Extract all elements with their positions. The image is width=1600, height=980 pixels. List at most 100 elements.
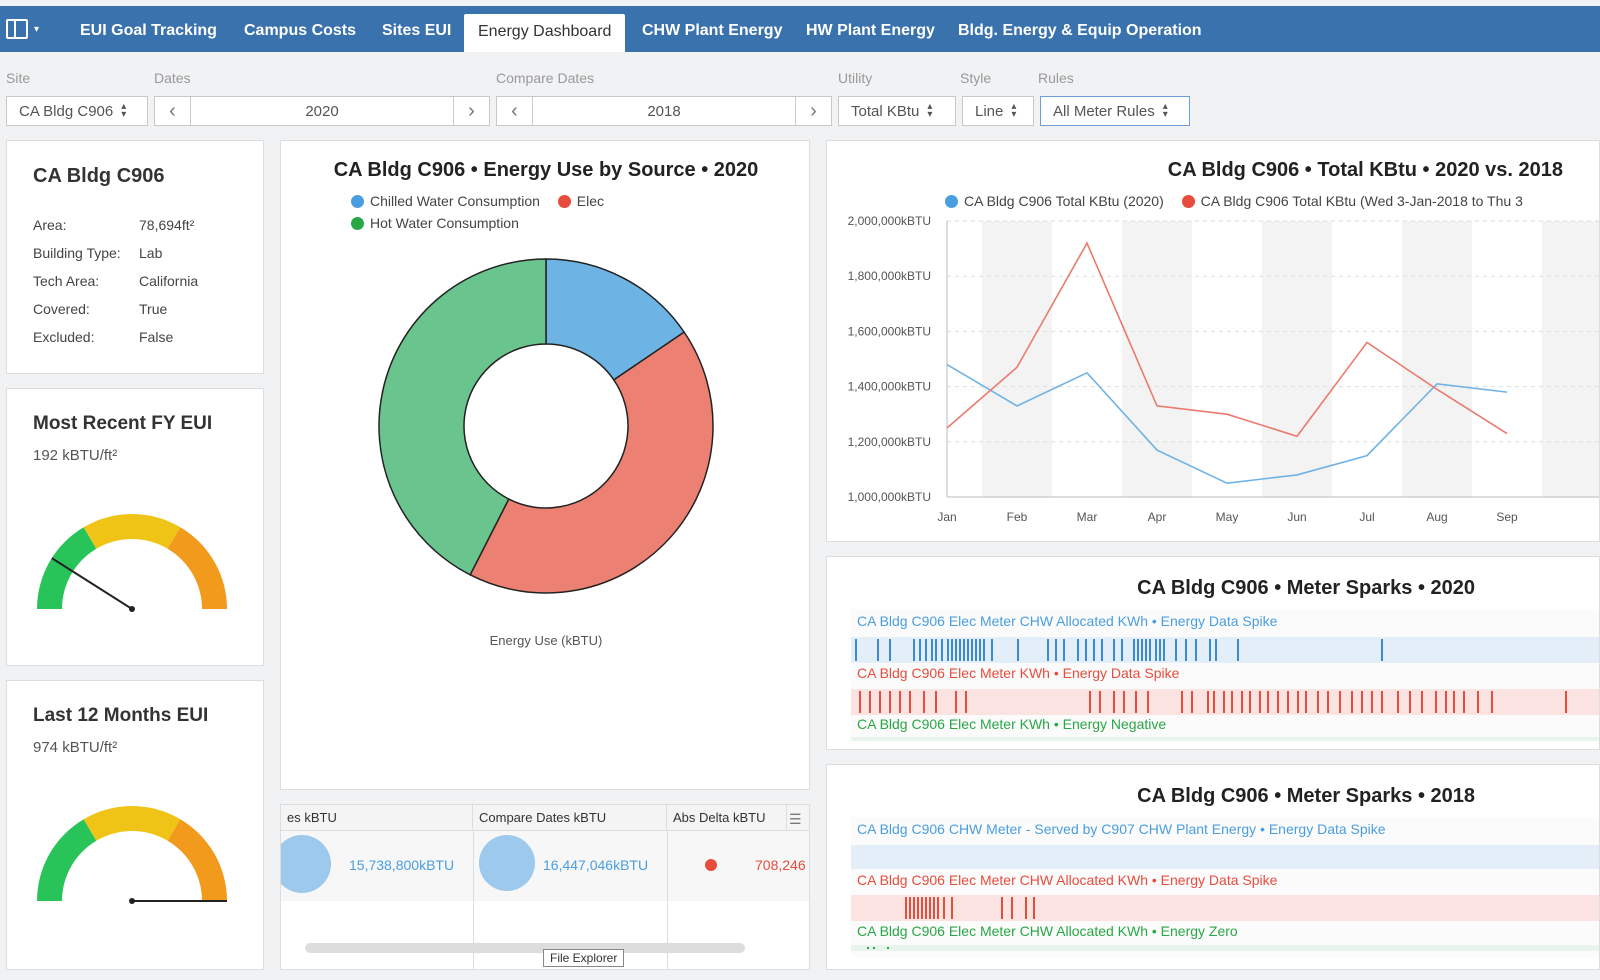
spark-tick xyxy=(1085,639,1087,661)
tab-sites-eui[interactable]: Sites EUI xyxy=(382,6,451,52)
spark-tick xyxy=(931,639,933,661)
spark-row-label[interactable]: CA Bldg C906 Elec Meter KWh • Energy Dat… xyxy=(857,665,1179,681)
spark-tick xyxy=(1185,639,1187,661)
spark-tick xyxy=(1317,691,1319,713)
col-header-abs-delta[interactable]: Abs Delta kBTU xyxy=(667,805,787,831)
spark-tick xyxy=(1215,639,1217,661)
spark-tick xyxy=(1327,691,1329,713)
spark-tick xyxy=(1147,691,1149,713)
spark-tick xyxy=(947,639,949,661)
dates-next-button[interactable]: › xyxy=(453,97,489,125)
x-tick-label: May xyxy=(1216,510,1239,524)
spark-tick xyxy=(1163,639,1165,661)
spark-tick xyxy=(1223,691,1225,713)
compare-dates-value[interactable]: 2018 xyxy=(533,103,795,120)
legend-item-chilled-water[interactable]: Chilled Water Consumption xyxy=(351,193,540,209)
y-tick-label: 2,000,000kBTU xyxy=(848,214,931,228)
legend-label: Chilled Water Consumption xyxy=(370,193,540,209)
spark-row-label[interactable]: CA Bldg C906 Elec Meter KWh • Energy Neg… xyxy=(857,716,1166,732)
spark-row-label[interactable]: CA Bldg C906 CHW Meter - Served by C907 … xyxy=(857,821,1386,837)
spark-tick xyxy=(1409,691,1411,713)
x-tick-label: Jul xyxy=(1359,510,1374,524)
donut-legend: Chilled Water Consumption Elec Hot Water… xyxy=(351,193,604,231)
info-value: False xyxy=(139,329,174,345)
style-select[interactable]: Line ▴ ▾ xyxy=(962,96,1034,126)
compare-next-button[interactable]: › xyxy=(795,97,831,125)
compare-prev-button[interactable]: ‹ xyxy=(497,97,533,125)
spark-tick xyxy=(955,639,957,661)
spark-tick xyxy=(1149,639,1151,661)
site-select[interactable]: CA Bldg C906 ▴ ▾ xyxy=(6,96,148,126)
compare-dates-stepper: ‹ 2018 › xyxy=(496,96,832,126)
legend-item-hot-water[interactable]: Hot Water Consumption xyxy=(351,215,604,231)
spark-row-label[interactable]: CA Bldg C906 Elec Meter CHW Allocated KW… xyxy=(857,872,1277,888)
info-row-area: Area: 78,694ft² xyxy=(33,217,194,233)
spark-tick xyxy=(1421,691,1423,713)
spark-tick xyxy=(925,897,927,919)
horizontal-scrollbar[interactable] xyxy=(305,943,745,953)
spark-tick xyxy=(941,639,943,661)
abs-delta-value: 708,246 xyxy=(755,857,806,873)
spark-tick xyxy=(1259,691,1261,713)
spark-tick xyxy=(1099,691,1101,713)
spark-tick xyxy=(1339,691,1341,713)
column-menu-icon[interactable]: ☰ xyxy=(789,811,802,828)
utility-select[interactable]: Total KBtu ▴ ▾ xyxy=(838,96,956,126)
site-select-value: CA Bldg C906 xyxy=(19,102,114,120)
menu-toggle-button[interactable]: ▾ xyxy=(6,16,52,42)
spark-tick xyxy=(913,897,915,919)
spark-tick xyxy=(1077,639,1079,661)
spark-tick xyxy=(975,639,977,661)
spark-tick xyxy=(899,691,901,713)
dates-stepper: ‹ 2020 › xyxy=(154,96,490,126)
spark-tick xyxy=(1141,639,1143,661)
spark-tick xyxy=(1145,639,1147,661)
spark-row-label[interactable]: CA Bldg C906 Elec Meter CHW Allocated KW… xyxy=(857,613,1277,629)
legend-item-elec[interactable]: Elec xyxy=(557,193,604,209)
spark-tick xyxy=(909,897,911,919)
spark-tick xyxy=(951,897,953,919)
x-tick-label: Apr xyxy=(1148,510,1167,524)
x-tick-label: Feb xyxy=(1007,510,1028,524)
dates-value[interactable]: 2020 xyxy=(191,103,453,120)
style-select-value: Line xyxy=(975,102,1004,120)
spark-tick xyxy=(935,691,937,713)
spark-tick xyxy=(1477,691,1479,713)
info-key: Covered: xyxy=(33,301,90,317)
spark-tick xyxy=(1213,691,1215,713)
tab-hw-plant-energy[interactable]: HW Plant Energy xyxy=(806,6,935,52)
spark-tick xyxy=(923,691,925,713)
donut-slice xyxy=(469,331,714,594)
spark-tick xyxy=(855,639,857,661)
legend-label: Hot Water Consumption xyxy=(370,215,519,231)
tab-energy-dashboard[interactable]: Energy Dashboard xyxy=(464,14,626,52)
spark-tick xyxy=(889,639,891,661)
gauge-yellow-arc xyxy=(83,514,181,549)
spark-tick xyxy=(935,639,937,661)
building-info-panel: CA Bldg C906 Area: 78,694ft² Building Typ… xyxy=(6,140,264,374)
dates-prev-button[interactable]: ‹ xyxy=(155,97,191,125)
tab-campus-costs[interactable]: Campus Costs xyxy=(244,6,356,52)
y-tick-label: 1,800,000kBTU xyxy=(848,269,931,283)
info-row-tech-area: Tech Area: California xyxy=(33,273,198,289)
tab-bldg-energy-equip[interactable]: Bldg. Energy & Equip Operation xyxy=(958,6,1202,52)
utility-label: Utility xyxy=(838,70,873,86)
col-header-dates-kbtu[interactable]: es kBTU xyxy=(281,805,473,831)
spark-tick xyxy=(971,639,973,661)
info-value: California xyxy=(139,273,199,289)
spark-row-label[interactable]: CA Bldg C906 Elec Meter CHW Allocated KW… xyxy=(857,923,1238,939)
spark-tick xyxy=(1297,691,1299,713)
x-tick-label: Aug xyxy=(1426,510,1447,524)
rules-select[interactable]: All Meter Rules ▴ ▾ xyxy=(1040,96,1190,126)
x-tick-label: Sep xyxy=(1496,510,1518,524)
recent-eui-title: Most Recent FY EUI xyxy=(33,413,213,434)
spark-tick xyxy=(1121,639,1123,661)
col-header-compare-kbtu[interactable]: Compare Dates kBTU xyxy=(473,805,667,831)
chevron-down-icon: ▾ xyxy=(34,23,40,35)
gauge-hub xyxy=(129,898,135,904)
tab-eui-goal-tracking[interactable]: EUI Goal Tracking xyxy=(80,6,217,52)
spark-tick xyxy=(917,897,919,919)
top-nav-bar: ▾ EUI Goal Tracking Campus Costs Sites E… xyxy=(0,6,1600,52)
tab-chw-plant-energy[interactable]: CHW Plant Energy xyxy=(642,6,782,52)
spark-tick xyxy=(859,691,861,713)
